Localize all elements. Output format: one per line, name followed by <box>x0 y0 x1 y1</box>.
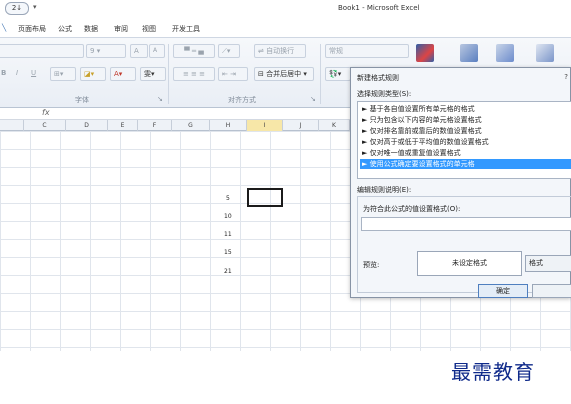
horizontal-align-buttons[interactable]: ≡ ≡ ≡ <box>173 67 215 81</box>
font-name-select[interactable] <box>0 44 84 58</box>
function-icon[interactable]: fx <box>42 108 50 117</box>
tab-page-layout[interactable]: 页面布局 <box>18 24 46 34</box>
alignment-dialog-launcher-icon[interactable]: ↘ <box>310 95 316 103</box>
group-alignment-label: 对齐方式 <box>228 96 256 104</box>
column-header[interactable]: E <box>108 120 138 131</box>
tab-data[interactable]: 数据 <box>84 24 98 34</box>
formula-label: 为符合此公式的值设置格式(O): <box>363 205 461 213</box>
format-button[interactable]: 格式 <box>525 255 571 272</box>
fill-color-button[interactable]: ◪▾ <box>80 67 106 81</box>
preview-box: 未设定格式 <box>417 251 522 276</box>
font-color-button[interactable]: A▾ <box>110 67 136 81</box>
edit-rule-label: 编辑规则说明(E): <box>357 186 412 194</box>
group-font-label: 字体 <box>75 96 89 104</box>
underline-icon[interactable]: U <box>28 67 44 81</box>
row-header-corner[interactable] <box>0 120 24 131</box>
indent-buttons[interactable]: ⇤ ⇥ <box>218 67 248 81</box>
bold-icon[interactable]: B <box>0 67 12 81</box>
cell-value[interactable]: 11 <box>224 231 232 238</box>
ribbon-tabs: ╲ 页面布局 公式 数据 审阅 视图 开发工具 <box>0 18 571 38</box>
tab-view[interactable]: 视图 <box>142 24 156 34</box>
ok-button[interactable]: 确定 <box>478 284 528 298</box>
indent-icon: ⇤ ⇥ <box>222 70 236 78</box>
font-grow-button[interactable]: A <box>130 44 148 58</box>
column-header[interactable]: K <box>319 120 350 131</box>
group-separator <box>168 44 169 104</box>
conditional-formatting-icon[interactable] <box>416 44 434 62</box>
wrap-text-button[interactable]: ⇌ 自动换行 <box>254 44 306 58</box>
insert-cells-icon[interactable] <box>536 44 554 62</box>
currency-icon: 💱▾ <box>329 70 342 78</box>
watermark-logo: 最需教育 <box>451 360 535 384</box>
tab-developer[interactable]: 开发工具 <box>172 24 200 34</box>
font-color-icon: A▾ <box>114 70 123 78</box>
align-top-icon: ▀ ═ ▄ <box>184 47 204 55</box>
chevron-down-icon: ▾ <box>303 70 307 78</box>
list-item[interactable]: ► 只为包含以下内容的单元格设置格式 <box>360 115 571 125</box>
list-item[interactable]: ► 仅对排名靠前或靠后的数值设置格式 <box>360 126 571 136</box>
column-header[interactable]: F <box>138 120 172 131</box>
orientation-button[interactable]: ⟋▾ <box>218 44 240 58</box>
merge-center-label: 合并后居中 <box>266 70 302 78</box>
number-format-select[interactable]: 常规 <box>325 44 409 58</box>
cell-value[interactable]: 15 <box>224 249 232 256</box>
list-item-selected[interactable]: ► 使用公式确定要设置格式的单元格 <box>360 159 571 169</box>
cell-value[interactable]: 21 <box>224 268 232 275</box>
font-size-value: 9 <box>90 47 95 55</box>
italic-icon[interactable]: I <box>13 67 27 81</box>
accounting-format-button[interactable]: 💱▾ <box>325 67 351 81</box>
merge-center-icon: ⊟ <box>258 70 264 78</box>
help-icon[interactable]: ? <box>564 73 568 81</box>
new-format-rule-dialog: 新建格式规则 ? 选择规则类型(S): ► 基于各自值设置所有单元格的格式 ► … <box>350 67 571 298</box>
fill-color-icon: ◪▾ <box>84 70 95 78</box>
cancel-button[interactable] <box>532 284 571 298</box>
group-separator <box>320 44 321 104</box>
phonetic-icon: 雯▾ <box>144 70 155 78</box>
cell-value[interactable]: 5 <box>226 195 230 202</box>
chevron-down-icon: ▾ <box>96 47 101 55</box>
sort-icon: 2↓ <box>11 4 23 12</box>
tab-scroll-icon: ╲ <box>2 24 7 32</box>
font-grow-icon: A <box>134 47 139 55</box>
border-button[interactable]: ⊞▾ <box>50 67 76 81</box>
cell-styles-icon[interactable] <box>496 44 514 62</box>
format-as-table-icon[interactable] <box>460 44 478 62</box>
rule-type-label: 选择规则类型(S): <box>357 90 412 98</box>
column-header[interactable]: C <box>24 120 66 131</box>
align-left-icon: ≡ ≡ ≡ <box>182 70 206 78</box>
merge-center-button[interactable]: ⊟ 合并后居中 ▾ <box>254 67 314 81</box>
orientation-icon: ⟋▾ <box>222 47 231 55</box>
column-header[interactable]: G <box>172 120 210 131</box>
column-header[interactable]: H <box>210 120 247 131</box>
wrap-text-label: 自动换行 <box>266 47 295 55</box>
list-item[interactable]: ► 仅对高于或低于平均值的数值设置格式 <box>360 137 571 147</box>
tab-review[interactable]: 审阅 <box>114 24 128 34</box>
list-item[interactable]: ► 基于各自值设置所有单元格的格式 <box>360 104 571 114</box>
sort-ascending-button[interactable]: 2↓ <box>5 2 29 15</box>
font-shrink-icon: A <box>153 47 158 54</box>
phonetic-button[interactable]: 雯▾ <box>140 67 166 81</box>
cell-value[interactable]: 10 <box>224 213 232 220</box>
wrap-text-icon: ⇌ <box>258 47 264 55</box>
list-item[interactable]: ► 仅对唯一值或重复值设置格式 <box>360 148 571 158</box>
title-bar: 2↓ ▾ Book1 - Microsoft Excel <box>0 0 571 18</box>
tab-formulas[interactable]: 公式 <box>58 24 72 34</box>
font-size-select[interactable]: 9 ▾ <box>86 44 126 58</box>
column-header-active[interactable]: I <box>247 120 283 131</box>
quick-access-more-icon[interactable]: ▾ <box>33 3 37 11</box>
dialog-title: 新建格式规则 <box>357 74 399 82</box>
font-dialog-launcher-icon[interactable]: ↘ <box>157 95 163 103</box>
font-shrink-button[interactable]: A <box>149 44 165 58</box>
window-title: Book1 - Microsoft Excel <box>338 4 420 12</box>
formula-input[interactable] <box>361 217 571 231</box>
vertical-align-buttons[interactable]: ▀ ═ ▄ <box>173 44 215 58</box>
border-icon: ⊞▾ <box>54 70 64 78</box>
number-format-value: 常规 <box>329 47 343 55</box>
selected-cell[interactable] <box>247 188 283 207</box>
rule-type-list[interactable]: ► 基于各自值设置所有单元格的格式 ► 只为包含以下内容的单元格设置格式 ► 仅… <box>357 101 571 179</box>
preview-label: 预览: <box>363 261 380 269</box>
column-header[interactable]: D <box>66 120 108 131</box>
column-header[interactable]: J <box>283 120 319 131</box>
